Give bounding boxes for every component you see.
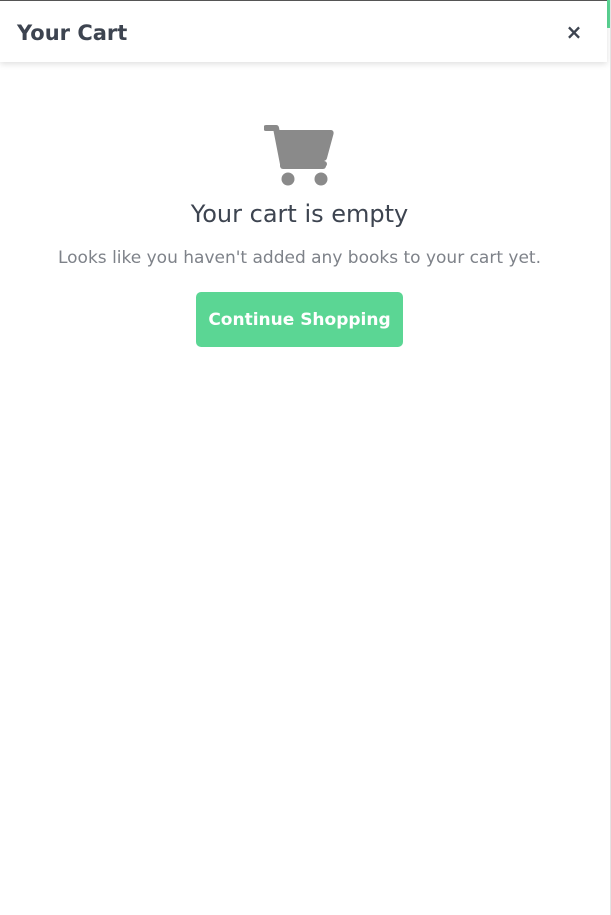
cart-panel: Your Cart × Your cart is empty Looks lik… [0, 0, 611, 915]
empty-cart-title: Your cart is empty [190, 200, 409, 228]
cart-header: Your Cart × [0, 0, 607, 62]
close-button[interactable]: × [562, 19, 586, 45]
empty-cart-message: Looks like you haven't added any books t… [57, 248, 541, 268]
shopping-cart-icon [264, 125, 334, 186]
continue-shopping-button[interactable]: Continue Shopping [196, 292, 403, 347]
cart-title: Your Cart [17, 21, 128, 45]
